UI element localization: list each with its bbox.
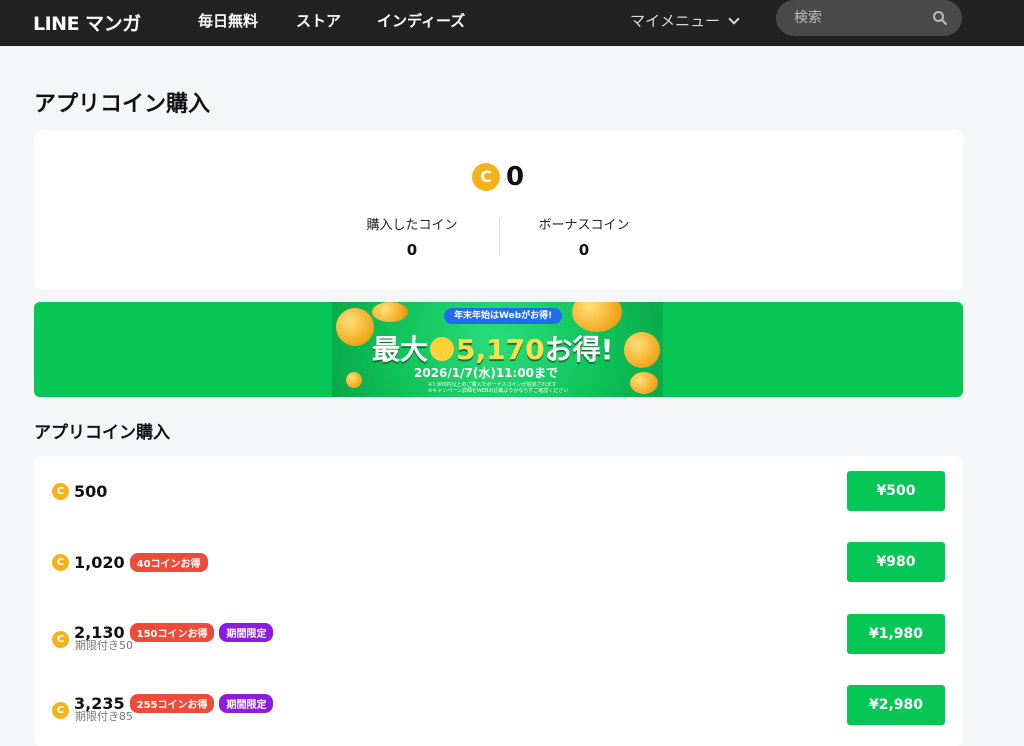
bonus-badge: 40コインお得 [129,553,208,572]
banner-headline: 最大 5,170お得! [372,328,613,368]
coin-icon [52,631,69,648]
banner-deadline: 2026/1/7(水)11:00まで [414,366,559,380]
coin-balance-card: 0 購入したコイン 0 ボーナスコイン 0 [34,130,963,290]
bonus-coins-label: ボーナスコイン [538,218,630,233]
section-title: アプリコイン購入 [34,423,170,443]
banner-suffix: お得! [544,333,614,366]
product-info: 1,020 40コインお得 [52,553,208,572]
search-box [776,0,962,36]
banner-note: ※1,900円以上のご購入でボーナスコインが追加されます ※キャンペーン詳細をW… [428,382,568,394]
product-coin-amount: 1,020 [74,553,125,572]
top-header: LINE マンガ 毎日無料 ストア インディーズ マイメニュー [0,0,1024,46]
buy-500-button[interactable]: ¥500 [847,471,945,511]
chevron-down-icon [728,13,740,25]
coin-icon [430,337,455,361]
coin-product-row: 500 ¥500 [34,456,963,526]
expiry-note: 期限付き85 [75,710,133,723]
campaign-banner[interactable]: 年末年始はWebがお得! 最大 5,170お得! 2026/1/7(水)11:00… [34,302,963,397]
banner-campaign-pill: 年末年始はWebがお得! [444,308,563,324]
bonus-badge: 150コインお得 [129,623,215,642]
limited-time-badge: 期間限定 [219,623,274,642]
buy-1020-button[interactable]: ¥980 [847,542,945,582]
coin-decoration-icon [624,332,660,368]
bonus-coins-value: 0 [578,241,590,259]
buy-1980-button[interactable]: ¥1,980 [847,614,945,654]
limited-time-badge: 期間限定 [219,694,274,713]
nav-store[interactable]: ストア [296,10,341,31]
coin-decoration-icon [630,372,658,394]
expiry-note: 期限付き50 [75,639,133,652]
coin-product-row: 1,020 40コインお得 ¥980 [34,527,963,597]
banner-artwork: 年末年始はWebがお得! 最大 5,170お得! 2026/1/7(水)11:00… [332,302,663,397]
coin-decoration-icon [346,372,362,388]
nav-indies[interactable]: インディーズ [377,10,465,31]
banner-amount: 5,170 [456,333,545,366]
search-input[interactable] [794,8,924,28]
purchased-coins: 購入したコイン 0 [342,214,482,259]
bonus-badge: 255コインお得 [129,694,215,713]
purchased-coins-value: 0 [406,241,418,259]
page-title: アプリコイン購入 [34,92,211,117]
total-coin-value: 0 [506,162,525,192]
my-menu-label: マイメニュー [630,12,721,30]
bonus-coins: ボーナスコイン 0 [514,214,654,259]
coin-icon [52,702,69,719]
nav-daily-free[interactable]: 毎日無料 [198,10,258,31]
banner-note-line: ※キャンペーン詳細をWEBの記載よりかならずご確認ください [428,388,569,394]
product-coin-amount: 500 [74,482,108,501]
coin-decoration-icon [336,308,374,346]
my-menu-dropdown[interactable]: マイメニュー [630,10,740,31]
coin-product-row: 3,235 255コインお得 期間限定 期限付き85 ¥2,980 [34,670,963,740]
product-info: 500 [52,482,107,501]
total-coin-balance: 0 [472,162,524,192]
coin-product-list: 500 ¥500 1,020 40コインお得 ¥980 2,130 150コイン… [34,456,963,746]
coin-icon [52,554,69,571]
divider [499,218,500,256]
coin-product-row: 2,130 150コインお得 期間限定 期限付き50 ¥1,980 [34,599,963,669]
search-icon[interactable] [932,10,948,26]
buy-2980-button[interactable]: ¥2,980 [847,685,945,725]
purchased-coins-label: 購入したコイン [366,218,458,233]
coin-icon [472,163,500,191]
line-manga-logo[interactable]: LINE マンガ [33,9,141,36]
coin-icon [52,483,69,500]
coin-decoration-icon [372,302,408,322]
banner-prefix: 最大 [372,333,429,366]
